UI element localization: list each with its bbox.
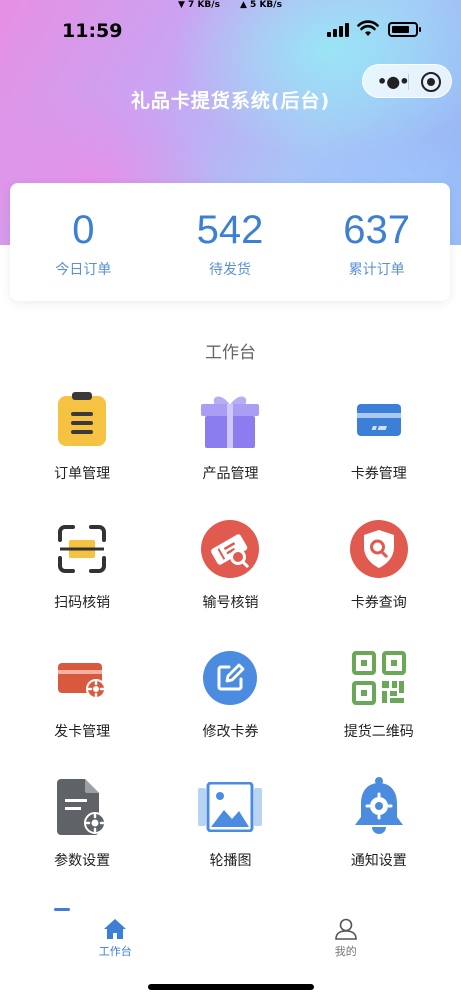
user-icon: [334, 918, 357, 940]
tile-edit-coupon[interactable]: 修改卡券: [156, 646, 304, 775]
home-icon: [104, 919, 127, 939]
tile-parameter-settings[interactable]: 参数设置: [8, 775, 156, 904]
edit-icon: [198, 646, 262, 710]
tile-label: 订单管理: [54, 466, 111, 482]
tile-scan-verification[interactable]: 扫码核销: [8, 517, 156, 646]
shield-search-icon: [347, 517, 411, 581]
tile-label: 扫码核销: [54, 595, 111, 611]
stat-label: 累计订单: [348, 262, 405, 278]
stat-total-orders[interactable]: 637 累计订单: [303, 183, 450, 301]
tab-mine[interactable]: 我的: [231, 912, 461, 972]
home-indicator: [148, 984, 314, 990]
tab-bar: 工作台 我的: [0, 912, 461, 972]
stat-label: 待发货: [209, 262, 251, 278]
stat-pending-shipment[interactable]: 542 待发货: [157, 183, 304, 301]
stat-today-orders[interactable]: 0 今日订单: [10, 183, 157, 301]
tab-label: 工作台: [98, 945, 132, 958]
tile-label: 参数设置: [54, 853, 111, 869]
workbench-grid: 订单管理 产品管理 卡券管理 扫码核销 输号核销 卡券查询 发卡管理 修改卡券 …: [8, 388, 453, 904]
upload-speed: ▲ 5 KB/s: [240, 0, 282, 10]
order-clipboard-icon: [50, 388, 114, 452]
stat-value: 0: [72, 208, 95, 252]
tab-label: 我的: [334, 945, 357, 958]
tile-label: 提货二维码: [343, 724, 414, 740]
tile-label: 轮播图: [209, 853, 252, 869]
tile-label: 卡券管理: [350, 466, 407, 482]
status-bar: 11:59 ▼ 7 KB/s ▲ 5 KB/s: [0, 0, 461, 60]
tile-notification-settings[interactable]: 通知设置: [305, 775, 453, 904]
gift-box-icon: [198, 388, 262, 452]
tile-label: 通知设置: [350, 853, 407, 869]
stat-value: 542: [196, 208, 264, 252]
wifi-icon: [357, 20, 379, 36]
tile-number-verification[interactable]: 输号核销: [156, 517, 304, 646]
ticket-search-icon: [198, 517, 262, 581]
tile-label: 发卡管理: [54, 724, 111, 740]
card-gear-icon: [50, 646, 114, 710]
stat-value: 637: [343, 208, 411, 252]
stat-label: 今日订单: [55, 262, 112, 278]
cellular-signal-icon: [327, 23, 351, 37]
stats-card: 0 今日订单 542 待发货 637 累计订单: [10, 183, 450, 301]
qr-code-icon: [347, 646, 411, 710]
tile-coupon-management[interactable]: 卡券管理: [305, 388, 453, 517]
tab-indicator: [54, 908, 70, 911]
workbench-title: 工作台: [205, 343, 256, 363]
tile-label: 修改卡券: [202, 724, 259, 740]
tile-card-issuing[interactable]: 发卡管理: [8, 646, 156, 775]
card-icon: [347, 388, 411, 452]
tile-coupon-query[interactable]: 卡券查询: [305, 517, 453, 646]
bell-gear-icon: [347, 775, 411, 839]
scan-icon: [50, 517, 114, 581]
image-gallery-icon: [198, 775, 263, 839]
download-speed: ▼ 7 KB/s: [178, 0, 220, 10]
tile-label: 输号核销: [202, 595, 259, 611]
status-time: 11:59: [62, 20, 123, 42]
document-gear-icon: [50, 775, 114, 839]
tile-carousel[interactable]: 轮播图: [156, 775, 304, 904]
tile-product-management[interactable]: 产品管理: [156, 388, 304, 517]
tile-label: 卡券查询: [350, 595, 407, 611]
tab-workbench[interactable]: 工作台: [0, 912, 231, 972]
battery-icon: [388, 22, 421, 37]
tile-label: 产品管理: [202, 466, 259, 482]
tile-pickup-qrcode[interactable]: 提货二维码: [305, 646, 453, 775]
tile-order-management[interactable]: 订单管理: [8, 388, 156, 517]
page-title: 礼品卡提货系统(后台): [130, 90, 331, 112]
